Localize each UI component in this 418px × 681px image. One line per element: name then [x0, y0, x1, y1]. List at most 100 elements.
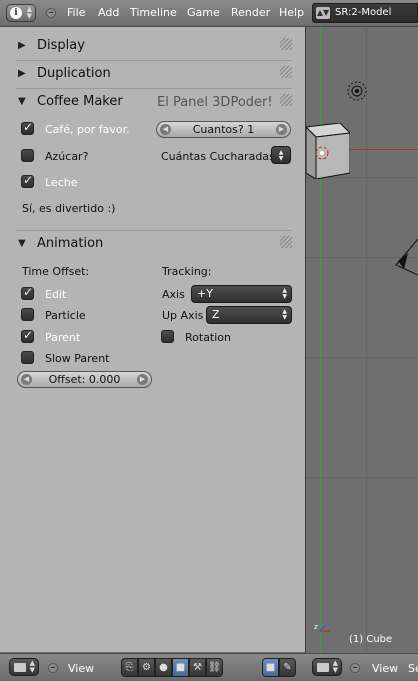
select-menu-right[interactable]: Se — [408, 662, 418, 675]
up-axis-value: Z — [212, 308, 220, 321]
pin-icon[interactable]: ✎ — [279, 658, 296, 677]
offset-field[interactable]: ◀ Offset: 0.000 ▶ — [17, 371, 152, 388]
panel-title-duplication: Duplication — [37, 66, 111, 81]
editor-type-button[interactable]: i ▲ ▼ — [6, 4, 36, 22]
collapsed-triangle-icon: ▶ — [18, 40, 26, 51]
particle-checkbox[interactable] — [21, 308, 34, 321]
axis-dropdown[interactable]: +Y ▲ ▼ — [191, 285, 292, 303]
expanded-triangle-icon: ▼ — [18, 96, 26, 107]
updown-arrows-icon: ▲ ▼ — [282, 287, 287, 300]
slow-parent-checkbox[interactable] — [21, 351, 34, 364]
world-context-icon[interactable]: ● — [155, 658, 172, 677]
rotation-label: Rotation — [185, 331, 232, 344]
tracking-label: Tracking: — [162, 265, 212, 278]
menu-timeline[interactable]: Timeline — [130, 6, 177, 19]
cuantos-field[interactable]: ◀ Cuantos? 1 ▶ — [156, 121, 291, 138]
increment-arrow-icon[interactable]: ▶ — [276, 124, 287, 135]
parent-checkbox[interactable] — [21, 328, 34, 343]
coffee-subtitle: El Panel 3DPoder! — [157, 95, 273, 110]
drag-grip-icon[interactable] — [280, 38, 292, 50]
drag-grip-icon[interactable] — [280, 66, 292, 78]
expanded-triangle-icon: ▼ — [18, 238, 26, 249]
time-offset-label: Time Offset: — [22, 265, 90, 278]
menu-file[interactable]: File — [67, 6, 85, 19]
screen-layout-name: SR:2-Model — [335, 7, 392, 18]
menu-render[interactable]: Render — [231, 6, 270, 19]
properties-editor-type-button[interactable]: ▲ ▼ — [9, 658, 39, 676]
panel-header-animation[interactable]: ▼ Animation — [14, 234, 294, 254]
updown-arrows-icon: ▲ ▼ — [282, 308, 287, 321]
screen-layout-icon: ▲▼ — [316, 7, 330, 19]
collapse-menus-icon[interactable] — [46, 8, 56, 18]
parent-label: Parent — [45, 331, 81, 344]
azucar-label: Azúcar? — [45, 150, 89, 163]
render-context-icon[interactable]: ⎘ — [121, 658, 138, 677]
cuantos-value: Cuantos? 1 — [192, 123, 255, 136]
edit-checkbox[interactable] — [21, 285, 34, 300]
decrement-arrow-icon[interactable]: ◀ — [21, 374, 32, 385]
grid-line — [366, 27, 367, 652]
3d-viewport[interactable]: z (1) Cube — [306, 27, 418, 652]
context-buttons: ⎘ ⚙ ● ■ ⚒ ⛓ — [121, 658, 223, 677]
cucharadas-label: Cuántas Cucharadas? — [161, 150, 281, 163]
updown-arrows-icon: ▲ ▼ — [29, 659, 35, 674]
collapse-menus-icon[interactable] — [48, 663, 58, 673]
slow-parent-label: Slow Parent — [45, 352, 110, 365]
up-axis-label: Up Axis — [162, 309, 204, 322]
menu-game[interactable]: Game — [187, 6, 220, 19]
modifier-context-icon[interactable]: ⚒ — [189, 658, 206, 677]
panel-title-display: Display — [37, 38, 85, 53]
info-icon: i — [10, 7, 22, 19]
particle-label: Particle — [45, 309, 86, 322]
active-object-label: (1) Cube — [349, 634, 393, 645]
drag-grip-icon[interactable] — [280, 236, 292, 248]
grid-line — [306, 477, 418, 478]
constraint-context-icon[interactable]: ⛓ — [206, 658, 223, 677]
updown-arrows-icon: ▲ ▼ — [26, 5, 32, 20]
decrement-arrow-icon[interactable]: ◀ — [160, 124, 171, 135]
properties-editor-icon — [14, 663, 26, 672]
3d-view-editor-type-button[interactable]: ▲ ▼ — [312, 658, 342, 676]
axis-label: Axis — [162, 288, 185, 301]
edit-label: Edit — [45, 288, 67, 301]
lamp-icon[interactable] — [346, 80, 368, 102]
rotation-checkbox[interactable] — [161, 330, 174, 343]
cafe-label: Café, por favor. — [45, 123, 130, 136]
axis-gizmo-icon: z — [314, 620, 330, 632]
svg-text:z: z — [314, 623, 318, 631]
object-context-icon[interactable]: ■ — [172, 658, 189, 677]
axis-value: +Y — [197, 287, 213, 300]
leche-label: Leche — [45, 176, 78, 189]
divider — [16, 230, 292, 231]
grid-line — [306, 357, 418, 358]
bottom-header: ▲▼ View ⎘ ⚙ ● ■ ⚒ ⛓ ■ ✎ ▲▼ View Se — [0, 653, 418, 681]
view-menu-left[interactable]: View — [68, 662, 94, 675]
collapsed-triangle-icon: ▶ — [18, 68, 26, 79]
updown-arrows-icon: ▲ ▼ — [332, 659, 338, 674]
screen-layout-select[interactable]: ▲▼ SR:2-Model — [312, 3, 418, 23]
scene-context-icon[interactable]: ⚙ — [138, 658, 155, 677]
cucharadas-menu[interactable]: ▲ ▼ — [271, 146, 291, 164]
menu-help[interactable]: Help — [279, 6, 304, 19]
cafe-checkbox[interactable] — [21, 120, 34, 135]
drag-grip-icon[interactable] — [280, 94, 292, 106]
azucar-checkbox[interactable] — [21, 149, 34, 162]
offset-value: Offset: 0.000 — [48, 373, 121, 386]
view-menu-right[interactable]: View — [372, 662, 398, 675]
increment-arrow-icon[interactable]: ▶ — [137, 374, 148, 385]
collapse-menus-icon[interactable] — [350, 663, 360, 673]
panel-header-display[interactable]: ▶ Display — [14, 36, 294, 56]
cube-object[interactable] — [306, 123, 350, 179]
divider — [16, 60, 292, 61]
object-toggle-buttons: ■ ✎ — [262, 658, 296, 677]
object-mode-icon[interactable]: ■ — [262, 658, 279, 677]
divider — [16, 88, 292, 89]
properties-panel: ▶ Display ▶ Duplication ▼ Coffee Maker E… — [0, 27, 305, 652]
menu-add[interactable]: Add — [98, 6, 119, 19]
up-axis-dropdown[interactable]: Z ▲ ▼ — [206, 306, 292, 324]
panel-header-duplication[interactable]: ▶ Duplication — [14, 64, 294, 84]
camera-object[interactable] — [392, 239, 418, 279]
leche-checkbox[interactable] — [21, 173, 34, 188]
panel-title-coffee-maker: Coffee Maker — [37, 94, 123, 109]
divertido-label: Sí, es divertido :) — [22, 202, 116, 215]
